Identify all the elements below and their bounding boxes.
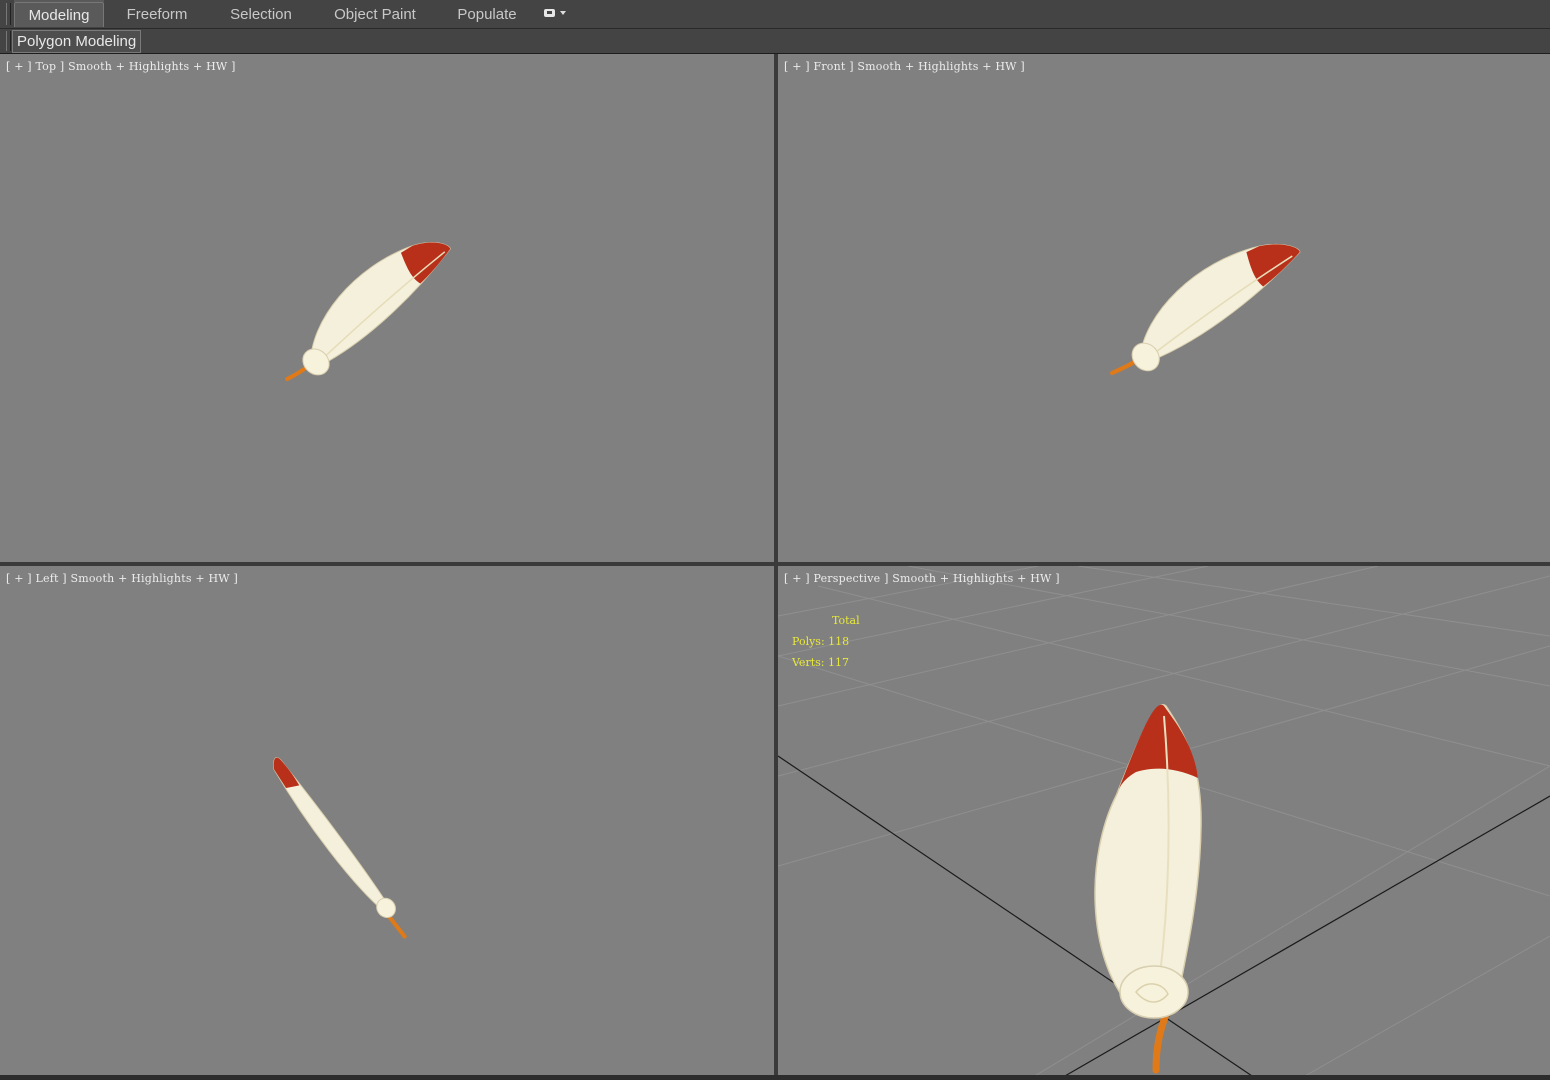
viewport-layout: [ + ] Top ] Smooth + Highlights + HW ] […	[0, 54, 1550, 1080]
ribbon-panel-bar: Polygon Modeling	[0, 29, 1550, 54]
status-strip	[0, 1075, 1550, 1080]
tab-selection[interactable]: Selection	[222, 2, 300, 26]
ribbon-options-box-icon	[544, 9, 555, 17]
ribbon-options-icon[interactable]	[542, 7, 566, 21]
tab-freeform[interactable]: Freeform	[118, 2, 196, 26]
viewport-front[interactable]: [ + ] Front ] Smooth + Highlights + HW ]	[778, 54, 1550, 562]
viewport-top[interactable]: [ + ] Top ] Smooth + Highlights + HW ]	[0, 54, 774, 562]
tab-modeling[interactable]: Modeling	[14, 2, 104, 27]
panel-grip[interactable]	[6, 31, 11, 51]
feather-model-left	[273, 757, 407, 939]
chevron-down-icon	[560, 11, 566, 15]
feather-model-top	[285, 242, 451, 382]
feather-model-front	[1110, 243, 1301, 376]
panel-polygon-modeling[interactable]: Polygon Modeling	[12, 30, 142, 53]
viewport-left[interactable]: [ + ] Left ] Smooth + Highlights + HW ]	[0, 566, 774, 1080]
viewport-perspective[interactable]: [ + ] Perspective ] Smooth + Highlights …	[778, 566, 1550, 1080]
tab-populate[interactable]: Populate	[450, 2, 524, 26]
tab-object-paint[interactable]: Object Paint	[328, 2, 422, 26]
feather-model-perspective	[1094, 703, 1202, 1074]
ribbon-grip[interactable]	[6, 3, 11, 25]
ribbon-tab-bar: Modeling Freeform Selection Object Paint…	[0, 0, 1550, 29]
